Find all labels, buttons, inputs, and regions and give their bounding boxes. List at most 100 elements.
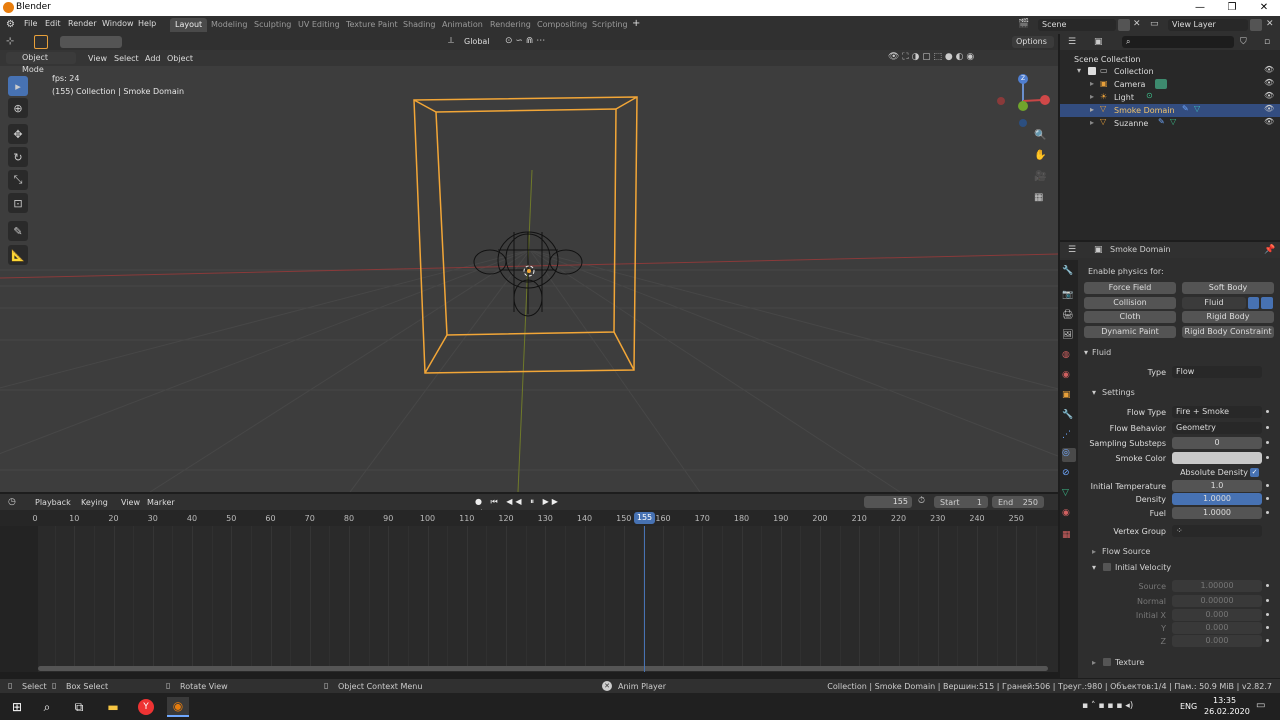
transform-orientation-dropdown[interactable]: Global <box>460 36 498 48</box>
timeline-scrollbar[interactable] <box>38 666 1048 671</box>
fluid-panel-header[interactable]: Fluid <box>1092 348 1111 357</box>
view-layer-tab-icon[interactable]: 🖼 <box>1062 330 1076 344</box>
collapse-chevron-icon[interactable]: ▸ <box>1090 79 1094 88</box>
filter-icon[interactable]: ⛉ <box>1240 37 1254 47</box>
zoom-view-icon[interactable]: 🔍 <box>1034 130 1048 144</box>
keyframe-dot-icon[interactable] <box>1266 484 1269 487</box>
flow-source-chevron-icon[interactable]: ▸ <box>1092 547 1096 556</box>
force-field-button[interactable]: Force Field <box>1084 282 1176 294</box>
menu-edit[interactable]: Edit <box>45 19 61 28</box>
fluid-panel-chevron-icon[interactable]: ▾ <box>1084 348 1088 357</box>
keyframe-dot-icon[interactable] <box>1266 410 1269 413</box>
select-box-tool-icon[interactable]: ▸ <box>8 76 28 96</box>
new-collection-icon[interactable]: ▫ <box>1264 37 1276 47</box>
initial-temperature-field[interactable]: 1.0 <box>1172 480 1262 492</box>
sampling-substeps-field[interactable]: 0 <box>1172 437 1262 449</box>
menu-view[interactable]: View <box>88 54 107 63</box>
modifier-tab-icon[interactable]: 🔧 <box>1062 410 1076 424</box>
search-icon[interactable]: ⌕ <box>36 697 58 717</box>
cancel-job-icon[interactable]: ✕ <box>602 681 612 691</box>
tool-tab-icon[interactable]: 🔧 <box>1062 266 1076 280</box>
annotate-tool-icon[interactable]: ✎ <box>8 221 28 241</box>
flow-type-dropdown[interactable]: Fire + Smoke <box>1172 406 1262 418</box>
view-layer-field[interactable]: View Layer <box>1168 19 1248 31</box>
settings-panel-chevron-icon[interactable]: ▾ <box>1092 388 1096 397</box>
tab-layout[interactable]: Layout <box>170 18 208 32</box>
menu-playback[interactable]: Playback <box>35 498 71 507</box>
tab-modeling[interactable]: Modeling <box>206 18 252 32</box>
constraints-tab-icon[interactable]: ⊘ <box>1062 468 1076 482</box>
fuel-field[interactable]: 1.0000 <box>1172 507 1262 519</box>
render-tab-icon[interactable]: 📷 <box>1062 290 1076 304</box>
flow-behavior-dropdown[interactable]: Geometry <box>1172 422 1262 434</box>
3d-viewport[interactable]: Z fps: 24 (155) Collection | Smoke Domai… <box>0 50 1058 492</box>
fluid-button[interactable]: Fluid <box>1182 297 1246 309</box>
z-field[interactable]: 0.000 <box>1172 635 1262 647</box>
texture-tab-icon[interactable]: ▦ <box>1062 530 1076 544</box>
ortho-toggle-icon[interactable]: ▦ <box>1034 192 1048 206</box>
outliner-row-light[interactable]: ▸ ☀ Light ⊙ 👁 <box>1060 91 1280 104</box>
menu-timeline-view[interactable]: View <box>121 498 140 507</box>
keyframe-dot-icon[interactable] <box>1266 639 1269 642</box>
menu-help[interactable]: Help <box>138 19 156 28</box>
world-tab-icon[interactable]: ◉ <box>1062 370 1076 384</box>
dynamic-paint-button[interactable]: Dynamic Paint <box>1084 326 1176 338</box>
initial-velocity-chevron-icon[interactable]: ▾ <box>1092 563 1096 572</box>
maximize-button[interactable]: ❐ <box>1216 0 1248 16</box>
scene-remove-icon[interactable]: ✕ <box>1133 19 1145 31</box>
scene-icon[interactable]: 🎬 <box>1018 19 1032 31</box>
soft-body-button[interactable]: Soft Body <box>1182 282 1274 294</box>
vertex-group-field[interactable]: ⁘ <box>1172 525 1262 537</box>
flow-source-panel-header[interactable]: Flow Source <box>1102 547 1150 556</box>
keyframe-dot-icon[interactable] <box>1266 456 1269 459</box>
fluid-viewport-icon[interactable] <box>1261 297 1273 309</box>
settings-panel-header[interactable]: Settings <box>1102 388 1135 397</box>
checkbox-icon[interactable] <box>1088 67 1096 75</box>
yandex-browser-icon[interactable]: Y <box>135 697 157 717</box>
notifications-icon[interactable]: ▭ <box>1256 700 1270 712</box>
blender-menu-icon[interactable]: ⚙ <box>6 19 18 31</box>
blender-taskbar-icon[interactable]: ◉ <box>167 697 189 717</box>
move-tool-icon[interactable]: ✥ <box>8 124 28 144</box>
pan-view-icon[interactable]: ✋ <box>1034 150 1048 164</box>
menu-add[interactable]: Add <box>145 54 161 63</box>
transform-tool-icon[interactable]: ⊡ <box>8 193 28 213</box>
keyframe-dot-icon[interactable] <box>1266 599 1269 602</box>
camera-view-icon[interactable]: 🎥 <box>1034 171 1048 185</box>
menu-object[interactable]: Object <box>167 54 193 63</box>
scene-new-icon[interactable] <box>1118 19 1130 31</box>
rigid-body-constraint-button[interactable]: Rigid Body Constraint <box>1182 326 1274 338</box>
initial-x-field[interactable]: 0.000 <box>1172 609 1262 621</box>
tab-uv-editing[interactable]: UV Editing <box>293 18 345 32</box>
material-tab-icon[interactable]: ◉ <box>1062 508 1076 522</box>
start-frame-field[interactable]: Start 1 <box>934 496 988 508</box>
add-workspace-button[interactable]: + <box>632 18 640 29</box>
cloth-button[interactable]: Cloth <box>1084 311 1176 323</box>
editor-type-icon[interactable]: ⊹ <box>6 36 26 48</box>
type-dropdown[interactable]: Flow <box>1172 366 1262 378</box>
initial-velocity-checkbox[interactable] <box>1103 563 1111 571</box>
smoke-color-swatch[interactable] <box>1172 452 1262 464</box>
scale-tool-icon[interactable]: ⤡ <box>8 170 28 190</box>
visibility-eye-icon[interactable]: 👁 <box>1264 91 1274 100</box>
timeline-editor-icon[interactable]: ◷ <box>8 497 22 507</box>
keyframe-dot-icon[interactable] <box>1266 497 1269 500</box>
output-tab-icon[interactable]: 🖨 <box>1062 310 1076 324</box>
pin-icon[interactable]: 📌 <box>1264 245 1275 255</box>
view-layer-new-icon[interactable] <box>1250 19 1262 31</box>
tab-scripting[interactable]: Scripting <box>587 18 633 32</box>
visibility-eye-icon[interactable]: 👁 <box>1264 117 1274 126</box>
keyframe-dot-icon[interactable] <box>1266 426 1269 429</box>
menu-window[interactable]: Window <box>102 19 134 28</box>
mode-dropdown[interactable]: Object Mode <box>6 52 76 74</box>
visibility-eye-icon[interactable]: 👁 <box>1264 78 1274 87</box>
outliner-row-smoke-domain[interactable]: ▸ ▽ Smoke Domain ✎ ▽ 👁 <box>1060 104 1280 117</box>
texture-panel-chevron-icon[interactable]: ▸ <box>1092 658 1096 667</box>
select-tool-icon[interactable] <box>34 35 48 49</box>
tab-shading[interactable]: Shading <box>398 18 441 32</box>
outliner-row-camera[interactable]: ▸ ▣ Camera 👁 <box>1060 78 1280 91</box>
options-dropdown[interactable]: Options <box>1012 36 1054 48</box>
menu-file[interactable]: File <box>24 19 37 28</box>
visibility-eye-icon[interactable]: 👁 <box>1264 104 1274 113</box>
object-tab-icon[interactable]: ▣ <box>1062 390 1076 404</box>
